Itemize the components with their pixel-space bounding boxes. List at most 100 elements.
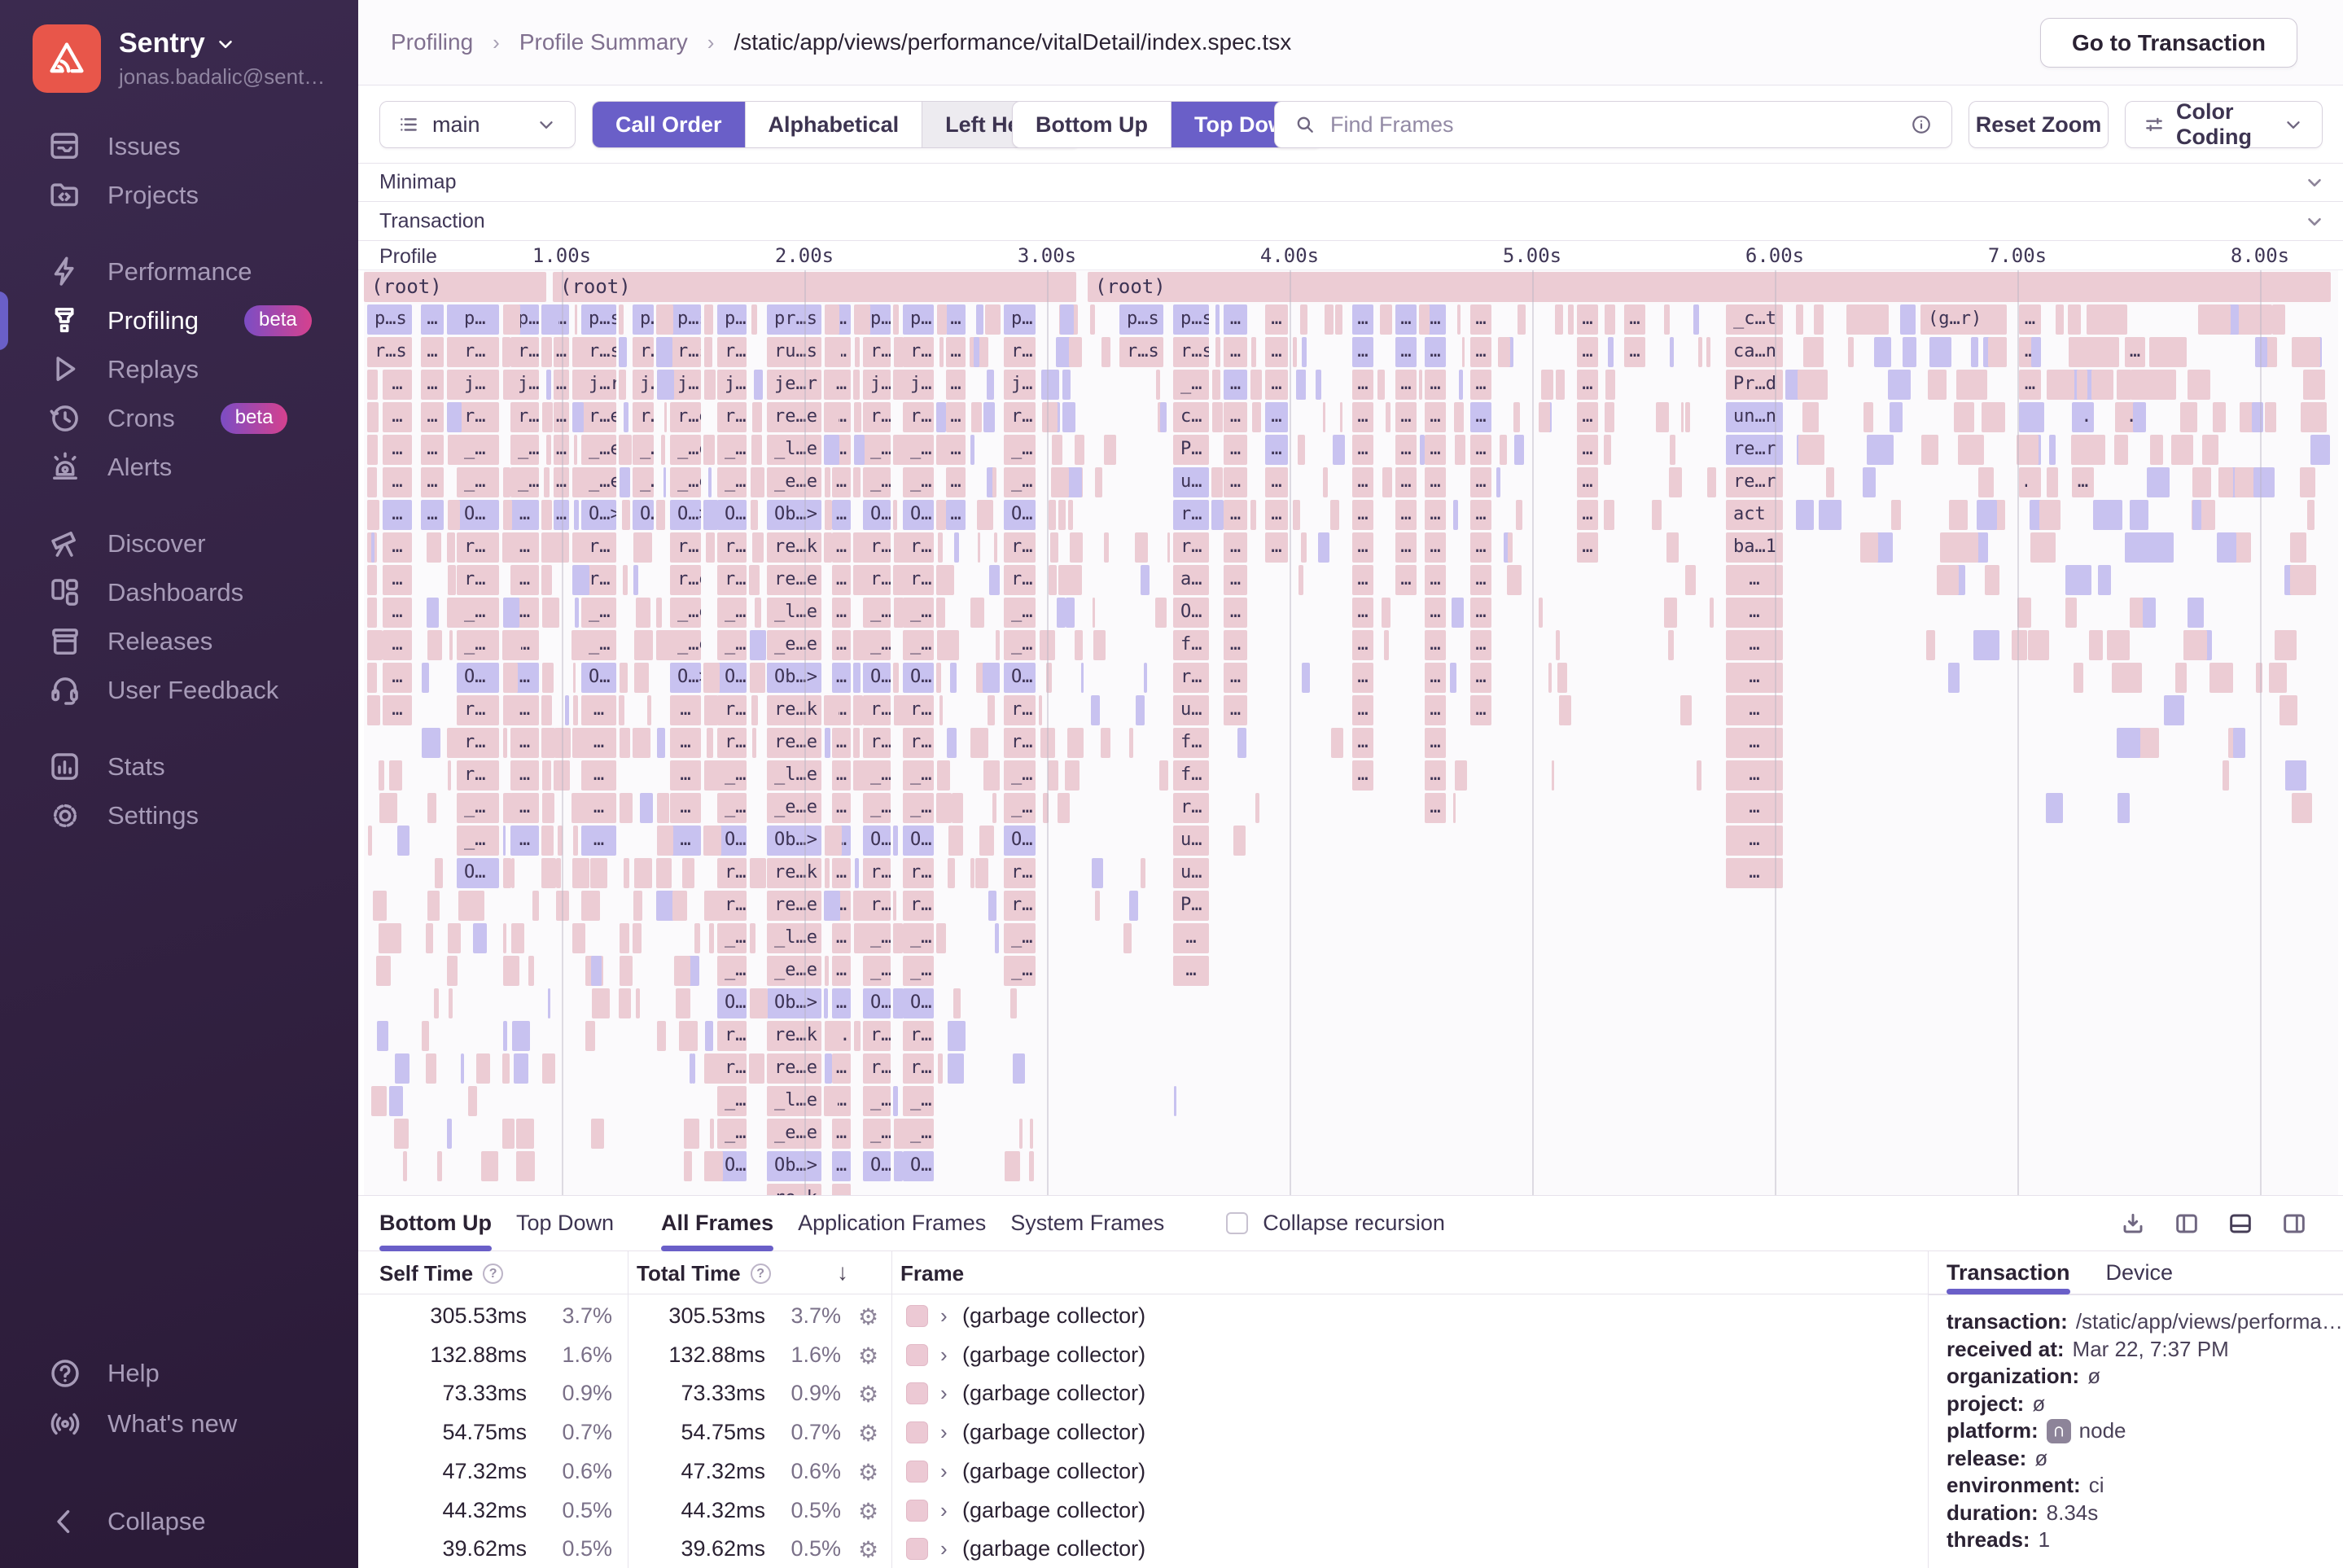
flame-frame[interactable] [853, 695, 863, 725]
flame-frame[interactable] [703, 500, 718, 530]
flame-frame[interactable] [750, 858, 766, 888]
flame-frame[interactable] [2275, 630, 2297, 660]
flame-frame[interactable]: O… [581, 663, 616, 693]
flame-frame[interactable]: O… [457, 500, 499, 530]
flame-frame[interactable]: … [1173, 923, 1209, 953]
flame-frame[interactable] [1386, 402, 1390, 432]
flame-frame[interactable] [936, 793, 952, 823]
flame-frame[interactable] [2118, 663, 2128, 693]
flame-frame[interactable] [2285, 760, 2307, 791]
flame-frame[interactable] [1500, 435, 1507, 465]
flame-frame[interactable]: … [1395, 435, 1417, 465]
flame-frame[interactable] [1863, 467, 1876, 497]
flame-frame[interactable] [939, 695, 943, 725]
flame-frame[interactable] [379, 760, 384, 791]
flame-frame[interactable] [978, 532, 980, 563]
flame-frame[interactable]: re…k [767, 858, 821, 888]
flame-frame[interactable] [427, 598, 439, 628]
flame-frame[interactable] [1325, 304, 1334, 335]
flame-frame[interactable] [1051, 467, 1069, 497]
flame-frame[interactable] [975, 858, 988, 888]
flame-frame[interactable]: r… [457, 728, 499, 758]
flame-frame[interactable] [2192, 500, 2201, 530]
flame-frame[interactable]: c… [1173, 402, 1209, 432]
flame-frame[interactable] [824, 370, 835, 400]
flame-frame[interactable] [970, 598, 985, 628]
flame-frame[interactable] [824, 402, 839, 432]
flame-frame[interactable] [1693, 304, 1699, 335]
flame-frame[interactable] [1867, 435, 1894, 465]
flame-frame[interactable]: _… [1173, 370, 1209, 400]
flame-frame[interactable] [1419, 304, 1430, 335]
flame-frame[interactable] [1092, 858, 1103, 888]
flame-frame[interactable]: _…e [670, 467, 701, 497]
flame-frame[interactable] [503, 467, 510, 497]
flame-frame[interactable] [397, 826, 409, 856]
flame-frame[interactable] [825, 1053, 833, 1084]
flame-frame[interactable] [525, 1151, 533, 1181]
flame-frame[interactable]: … [1425, 695, 1446, 725]
flame-frame[interactable]: u… [1173, 858, 1209, 888]
flame-frame[interactable] [502, 532, 511, 563]
table-row[interactable]: 54.75ms0.7%54.75ms0.7%⚙›(garbage collect… [358, 1413, 1928, 1452]
flame-frame[interactable] [619, 988, 631, 1018]
flame-frame[interactable] [1030, 1119, 1033, 1149]
flame-frame[interactable] [894, 337, 904, 367]
flame-frame[interactable] [950, 663, 957, 693]
flame-frame[interactable]: … [421, 402, 444, 432]
flame-frame[interactable] [1983, 402, 2005, 432]
flame-frame[interactable] [825, 1021, 843, 1051]
flame-frame[interactable] [825, 956, 830, 986]
flame-frame[interactable]: _… [903, 435, 934, 465]
flame-frame[interactable]: j… [717, 370, 747, 400]
flame-frame[interactable] [620, 467, 629, 497]
sidebar-item-profiling[interactable]: Profilingbeta [0, 296, 358, 345]
flame-frame[interactable]: _e…e [767, 630, 821, 660]
sidebar-item-settings[interactable]: Settings [0, 791, 358, 840]
flame-frame[interactable] [1929, 337, 1951, 367]
flame-frame[interactable] [370, 663, 374, 693]
flame-frame[interactable] [367, 500, 379, 530]
flame-frame[interactable]: r… [863, 1053, 891, 1084]
flame-frame[interactable] [1903, 337, 1916, 367]
flame-frame[interactable] [2235, 467, 2242, 497]
flame-frame[interactable]: … [832, 793, 851, 823]
flame-frame[interactable] [750, 630, 766, 660]
flame-frame[interactable]: j…r [670, 370, 701, 400]
flame-frame[interactable]: _… [1004, 598, 1036, 628]
flame-frame[interactable]: … [1395, 500, 1417, 530]
flame-frame[interactable] [947, 728, 957, 758]
flame-frame[interactable] [2218, 467, 2233, 497]
flame-frame[interactable]: r… [1004, 695, 1036, 725]
flame-frame[interactable]: _l…e [767, 1086, 821, 1116]
flame-frame[interactable] [656, 598, 662, 628]
flame-frame[interactable]: r… [457, 565, 499, 595]
flame-frame[interactable]: _… [717, 923, 747, 953]
flame-frame[interactable] [2107, 630, 2130, 660]
flame-frame[interactable]: … [670, 760, 701, 791]
flame-frame[interactable] [1949, 500, 1968, 530]
flame-frame[interactable] [1156, 370, 1160, 400]
flame-frame[interactable]: … [670, 695, 701, 725]
flame-frame[interactable] [854, 1021, 861, 1051]
table-row[interactable]: 44.32ms0.5%44.32ms0.5%⚙›(garbage collect… [358, 1491, 1928, 1531]
flame-frame[interactable]: pr…s [767, 304, 821, 335]
flame-frame[interactable]: … [2125, 337, 2145, 367]
flame-frame[interactable] [1104, 532, 1109, 563]
flame-frame[interactable]: _… [633, 467, 654, 497]
flame-frame[interactable] [422, 1021, 429, 1051]
flame-frame[interactable]: … [1352, 760, 1373, 791]
flame-frame[interactable] [1604, 435, 1611, 465]
flame-frame[interactable] [703, 663, 719, 693]
flame-frame[interactable] [1670, 435, 1675, 465]
flame-frame[interactable] [710, 1119, 714, 1149]
flame-frame[interactable] [936, 565, 954, 595]
flame-frame[interactable]: … [946, 304, 966, 335]
flame-frame[interactable] [1455, 435, 1465, 465]
flame-frame[interactable] [2292, 793, 2311, 823]
flame-frame[interactable] [1129, 728, 1133, 758]
flame-frame[interactable]: r… [717, 891, 747, 921]
flame-frame[interactable] [1212, 370, 1221, 400]
flame-frame[interactable] [1681, 402, 1684, 432]
flame-frame[interactable] [542, 793, 554, 823]
